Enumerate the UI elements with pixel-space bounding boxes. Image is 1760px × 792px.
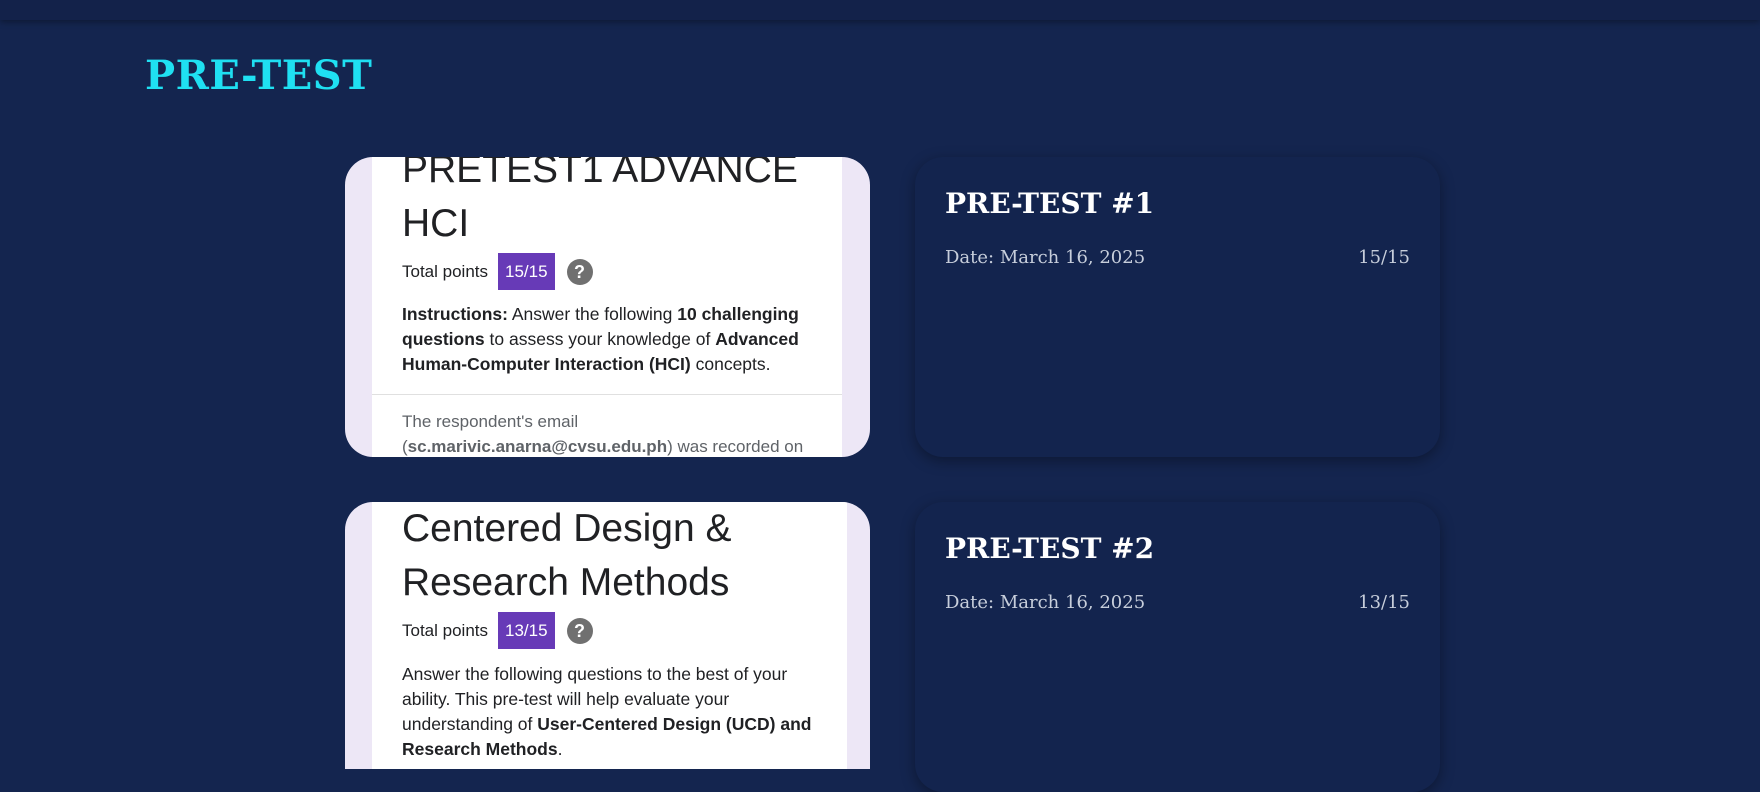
desc-text: .: [557, 739, 563, 759]
page-title: PRE-TEST: [145, 52, 373, 99]
instructions-label: Instructions:: [402, 304, 508, 324]
card-date: Date: March 16, 2025: [945, 592, 1146, 613]
score-chip: 15/15: [498, 253, 555, 290]
form-screenshot-body: PRETEST1 ADVANCE HCI Total points 15/15 …: [372, 157, 842, 457]
total-points-row: Total points 15/15 ?: [402, 253, 593, 290]
form-title: PRETEST1 ADVANCE HCI: [402, 157, 798, 245]
desc-text: concepts.: [690, 354, 771, 374]
form-screenshot-body: Centered Design & Research Methods Total…: [372, 502, 847, 769]
desc-text: Answer the following: [507, 304, 678, 324]
form-title: Centered Design & Research Methods: [402, 507, 732, 604]
total-points-label: Total points: [402, 620, 488, 640]
respondent-email: sc.marivic.anarna@cvsu.edu.ph: [407, 437, 668, 456]
top-bar: [0, 0, 1760, 20]
pretest-card-2[interactable]: PRE-TEST #2 Date: March 16, 2025 13/15: [915, 502, 1440, 792]
total-points-label: Total points: [402, 261, 488, 281]
help-icon[interactable]: ?: [566, 258, 593, 285]
email-note: The respondent's email (sc.marivic.anarn…: [402, 409, 832, 457]
form-screenshot-1[interactable]: PRETEST1 ADVANCE HCI Total points 15/15 …: [345, 157, 870, 457]
email-note-text: ) was recorded on: [667, 437, 804, 456]
card-score: 13/15: [1358, 592, 1410, 613]
card-date: Date: March 16, 2025: [945, 247, 1146, 268]
desc-text: to assess your knowledge of: [484, 329, 716, 349]
form-instructions: Instructions: Answer the following 10 ch…: [402, 302, 827, 377]
divider: [372, 394, 842, 395]
card-title: PRE-TEST #1: [945, 187, 1155, 220]
total-points-row: Total points 13/15 ?: [402, 612, 593, 649]
form-screenshot-2[interactable]: Centered Design & Research Methods Total…: [345, 502, 870, 769]
form-instructions: Answer the following questions to the be…: [402, 662, 832, 762]
pretest-card-1[interactable]: PRE-TEST #1 Date: March 16, 2025 15/15: [915, 157, 1440, 457]
help-icon[interactable]: ?: [566, 617, 593, 644]
score-chip: 13/15: [498, 612, 555, 649]
card-title: PRE-TEST #2: [945, 532, 1155, 565]
card-score: 15/15: [1358, 247, 1410, 268]
